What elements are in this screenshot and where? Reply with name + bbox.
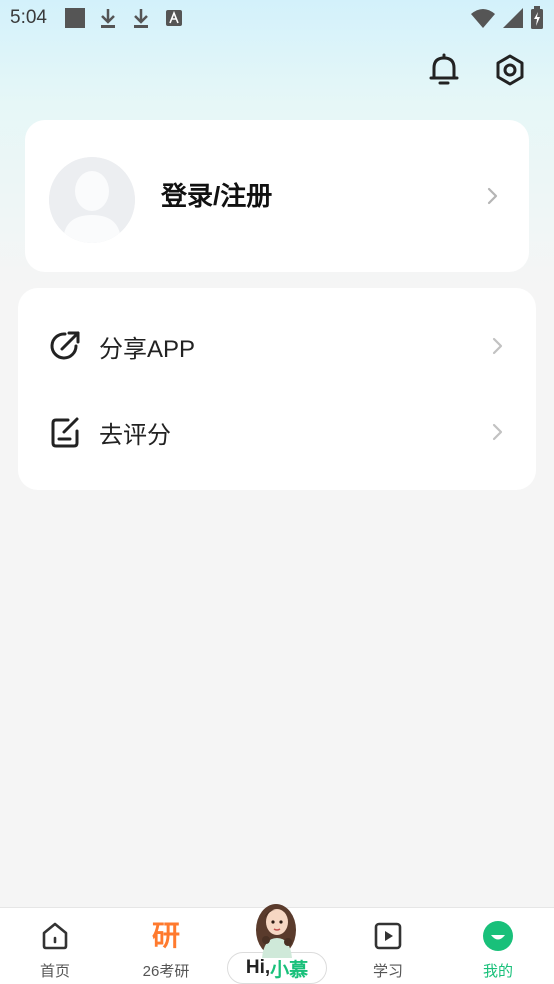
chevron-right-icon <box>483 187 501 205</box>
yan-glyph: 研 <box>151 920 180 951</box>
download-icon <box>96 6 120 30</box>
status-right <box>470 6 544 34</box>
nav-label: 首页 <box>39 963 70 980</box>
home-icon <box>39 920 71 952</box>
hi-label: Hi, <box>245 957 271 978</box>
profile-smile-icon <box>482 920 514 952</box>
mascot-avatar-icon[interactable] <box>246 898 306 958</box>
battery-icon <box>530 6 544 34</box>
menu-item-label: 分享APP <box>99 335 196 363</box>
nav-item-mine[interactable]: 我的 <box>453 908 543 984</box>
login-register-label[interactable]: 登录/注册 <box>161 176 272 213</box>
menu-item-share-app[interactable]: 分享APP <box>18 303 536 389</box>
signal-icon <box>502 7 524 33</box>
square-notification-icon <box>63 6 87 30</box>
header-actions <box>426 52 528 88</box>
text-notification-icon <box>162 6 186 30</box>
rate-icon <box>48 415 82 449</box>
download-icon <box>129 6 153 30</box>
status-time: 5:04 <box>10 7 47 28</box>
nav-item-study[interactable]: 学习 <box>343 908 433 984</box>
status-bar: 5:04 <box>0 0 554 36</box>
bell-icon[interactable] <box>426 52 462 88</box>
nav-label: 我的 <box>482 963 513 980</box>
settings-icon[interactable] <box>492 52 528 88</box>
nav-item-26kaoyan[interactable]: 研 26考研 <box>121 908 211 984</box>
play-icon <box>372 920 404 952</box>
nav-item-home[interactable]: 首页 <box>10 908 100 984</box>
menu-card: 分享APP 去评分 <box>18 288 536 490</box>
menu-item-rate[interactable]: 去评分 <box>18 389 536 475</box>
xiaomu-label: 小慕 <box>270 959 309 981</box>
nav-label: 26考研 <box>142 963 190 980</box>
profile-card[interactable]: 登录/注册 <box>25 120 529 272</box>
nav-label: 学习 <box>372 963 403 980</box>
default-avatar-icon <box>49 157 135 243</box>
menu-item-label: 去评分 <box>99 421 171 449</box>
yan-icon: 研 <box>150 920 182 952</box>
share-icon <box>48 329 82 363</box>
wifi-icon <box>470 7 496 33</box>
chevron-right-icon <box>488 337 506 355</box>
chevron-right-icon <box>488 423 506 441</box>
